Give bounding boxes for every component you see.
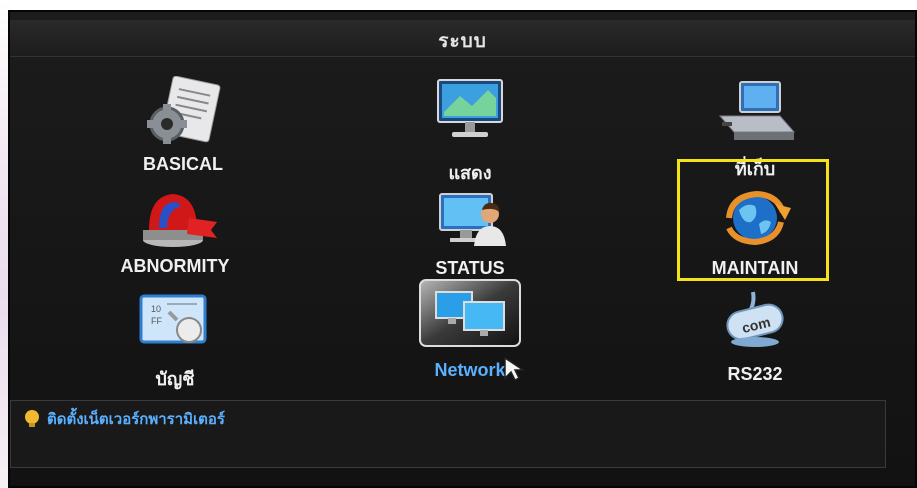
hint-text: ติดตั้งเน็ตเวอร์กพารามิเตอร์ xyxy=(47,411,225,428)
svg-text:FF: FF xyxy=(151,316,162,326)
menu-item-label: แสดง xyxy=(448,163,492,183)
title-bar: ระบบ xyxy=(10,20,915,57)
menu-item-basical[interactable]: BASICAL xyxy=(108,72,258,182)
menu-item-label: STATUS xyxy=(435,258,505,278)
menu-item-abnormity[interactable]: ABNORMITY xyxy=(90,188,260,283)
account-icon: 10 FF xyxy=(139,294,207,344)
network-icon xyxy=(419,279,521,347)
svg-text:10: 10 xyxy=(151,304,161,314)
settings-document-icon xyxy=(147,76,221,144)
menu-item-label: ABNORMITY xyxy=(120,256,230,276)
menu-item-rs232[interactable]: com RS232 xyxy=(680,290,830,390)
user-status-icon xyxy=(439,193,506,246)
menu-item-display[interactable]: แสดง xyxy=(395,72,545,183)
page-title: ระบบ xyxy=(438,31,487,52)
monitor-icon xyxy=(437,79,503,137)
menu-item-label: RS232 xyxy=(727,364,783,384)
menu-item-label: บัญชี xyxy=(155,369,195,389)
hint-panel: ติดตั้งเน็ตเวอร์กพารามิเตอร์ xyxy=(10,400,886,468)
menu-item-status[interactable]: STATUS xyxy=(395,188,545,283)
menu-item-account[interactable]: 10 FF บัญชี xyxy=(90,290,260,390)
alarm-siren-icon xyxy=(143,194,217,247)
lightbulb-icon xyxy=(25,410,39,427)
serial-com-icon: com xyxy=(726,291,784,347)
mouse-cursor-icon xyxy=(504,356,526,382)
maintain-highlight-box xyxy=(677,159,829,281)
storage-drive-icon xyxy=(718,81,796,140)
menu-item-label: BASICAL xyxy=(143,154,223,174)
